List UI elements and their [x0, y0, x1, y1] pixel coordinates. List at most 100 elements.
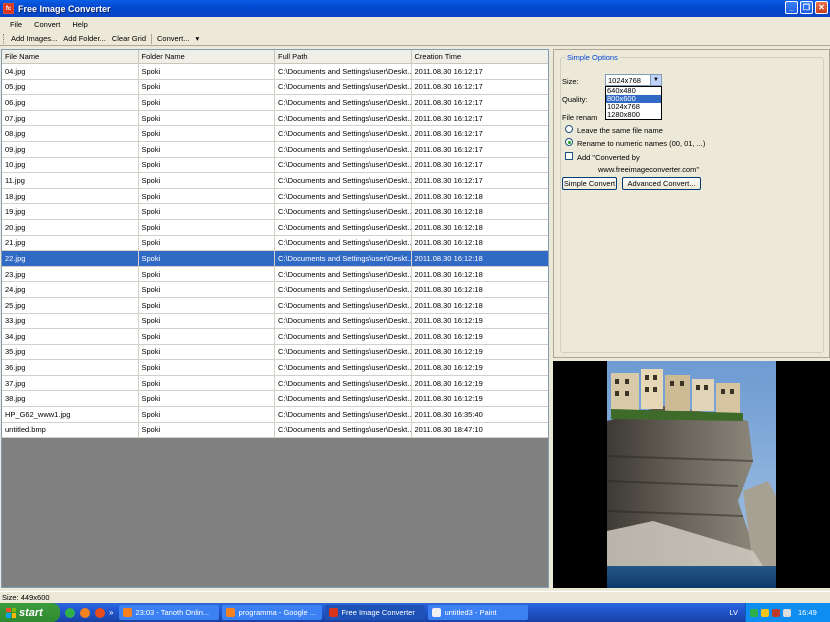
table-row[interactable]: 38.jpg Spoki C:\Documents and Settings\use…: [2, 391, 548, 408]
size-select[interactable]: 1024x768 ▼: [605, 74, 662, 86]
cell-creation-time: 2011.08.30 16:12:17: [414, 82, 483, 92]
cell-folder-name: Spoki: [139, 266, 275, 282]
cell-full-path: C:\Documents and Settings\user\Deskt...: [275, 375, 412, 391]
task-button[interactable]: programma - Google ...: [222, 605, 323, 620]
size-select-value: 1024x768: [608, 75, 641, 85]
cell-full-path: C:\Documents and Settings\user\Deskt...: [275, 95, 412, 110]
table-row[interactable]: 10.jpg Spoki C:\Documents and Settings\use…: [2, 157, 548, 174]
quick-launch-more-icon[interactable]: »: [109, 608, 113, 617]
cell-creation-time: 2011.08.30 16:12:18: [414, 285, 483, 295]
table-row[interactable]: 24.jpg Spoki C:\Documents and Settings\use…: [2, 282, 548, 298]
cell-folder-name: Spoki: [139, 173, 275, 188]
column-header-file-name[interactable]: File Name: [2, 50, 139, 63]
radio-same-name-label[interactable]: Leave the same file name: [577, 126, 663, 135]
taskbar: start » 23:03 - Tanoth Onlin... programm…: [0, 603, 830, 622]
table-row[interactable]: 05.jpg Spoki C:\Documents and Settings\use…: [2, 79, 548, 96]
cell-creation-time: 2011.08.30 16:12:19: [414, 347, 483, 357]
table-row[interactable]: 08.jpg Spoki C:\Documents and Settings\use…: [2, 126, 548, 142]
cell-file-name: 19.jpg: [2, 204, 139, 219]
cell-folder-name: Spoki: [139, 251, 275, 266]
table-row[interactable]: 36.jpg Spoki C:\Documents and Settings\use…: [2, 360, 548, 376]
cell-folder-name: Spoki: [139, 297, 275, 313]
status-text: Size: 449x600: [2, 593, 50, 602]
table-row[interactable]: 19.jpg Spoki C:\Documents and Settings\use…: [2, 204, 548, 220]
converted-by-checkbox[interactable]: [565, 152, 573, 160]
table-row[interactable]: 33.jpg Spoki C:\Documents and Settings\use…: [2, 313, 548, 330]
table-row[interactable]: 06.jpg Spoki C:\Documents and Settings\use…: [2, 95, 548, 111]
cell-file-name: 05.jpg: [2, 79, 139, 95]
windows-logo-icon: [6, 607, 16, 618]
column-header-full-path[interactable]: Full Path: [275, 50, 412, 63]
size-option[interactable]: 1280x800: [606, 111, 661, 119]
task-button[interactable]: untitled3 - Paint: [428, 605, 529, 620]
grid-body: 04.jpg Spoki C:\Documents and Settings\use…: [2, 64, 548, 439]
cell-full-path: C:\Documents and Settings\user\Deskt...: [275, 141, 412, 157]
system-tray: 16:49: [745, 603, 830, 622]
converted-by-label[interactable]: Add "Converted by: [577, 153, 640, 162]
table-row[interactable]: 09.jpg Spoki C:\Documents and Settings\use…: [2, 141, 548, 158]
start-button[interactable]: start: [0, 603, 60, 622]
cell-folder-name: Spoki: [139, 126, 275, 141]
table-row[interactable]: 37.jpg Spoki C:\Documents and Settings\use…: [2, 375, 548, 392]
cell-folder-name: Spoki: [139, 407, 275, 422]
column-header-creation-time[interactable]: Creation Time: [412, 50, 549, 63]
tray-icon[interactable]: [761, 608, 769, 617]
cell-folder-name: Spoki: [139, 79, 275, 95]
toolbar-grip[interactable]: [3, 33, 5, 44]
convert-button[interactable]: Convert...: [154, 34, 193, 43]
quick-launch-icon[interactable]: [65, 607, 75, 618]
table-row[interactable]: 35.jpg Spoki C:\Documents and Settings\use…: [2, 344, 548, 361]
radio-same-name[interactable]: [565, 125, 573, 133]
tray-icon[interactable]: [750, 608, 758, 617]
add-images-button[interactable]: Add Images...: [8, 34, 60, 43]
maximize-button[interactable]: ❐: [800, 1, 813, 14]
table-row[interactable]: 23.jpg Spoki C:\Documents and Settings\use…: [2, 266, 548, 283]
minimize-button[interactable]: _: [785, 1, 798, 14]
tray-icon[interactable]: [772, 608, 780, 617]
cell-creation-time: 2011.08.30 16:12:17: [414, 175, 483, 185]
table-row[interactable]: 34.jpg Spoki C:\Documents and Settings\use…: [2, 329, 548, 345]
cell-file-name: 21.jpg: [2, 235, 139, 251]
firefox-icon[interactable]: [80, 607, 90, 618]
column-header-folder-name[interactable]: Folder Name: [139, 50, 275, 63]
table-row[interactable]: untitled.bmp Spoki C:\Documents and Settin…: [2, 422, 548, 439]
title-bar[interactable]: fc Free Image Converter _ ❐ ✕: [0, 0, 830, 17]
speaker-icon[interactable]: [783, 608, 791, 617]
chevron-down-icon[interactable]: ▼: [650, 75, 661, 85]
menu-help[interactable]: Help: [66, 20, 93, 29]
add-folder-button[interactable]: Add Folder...: [60, 34, 109, 43]
cell-file-name: 04.jpg: [2, 64, 139, 79]
simple-convert-button[interactable]: Simple Convert: [562, 177, 617, 190]
cell-full-path: C:\Documents and Settings\user\Deskt...: [275, 126, 412, 141]
cell-folder-name: Spoki: [139, 282, 275, 297]
image-preview: [553, 361, 830, 588]
table-row[interactable]: 22.jpg Spoki C:\Documents and Settings\use…: [2, 251, 548, 267]
close-button[interactable]: ✕: [815, 1, 828, 14]
table-row[interactable]: 04.jpg Spoki C:\Documents and Settings\use…: [2, 64, 548, 80]
menu-convert[interactable]: Convert: [28, 20, 66, 29]
clear-grid-button[interactable]: Clear Grid: [109, 34, 149, 43]
cell-creation-time: 2011.08.30 16:12:17: [414, 113, 483, 123]
language-indicator[interactable]: LV: [729, 608, 738, 617]
quick-launch-icon[interactable]: [95, 607, 105, 618]
table-row[interactable]: 21.jpg Spoki C:\Documents and Settings\use…: [2, 235, 548, 252]
radio-numeric-names[interactable]: [565, 138, 573, 146]
cell-file-name: 33.jpg: [2, 313, 139, 329]
advanced-convert-button[interactable]: Advanced Convert...: [622, 177, 701, 190]
task-button[interactable]: 23:03 - Tanoth Onlin...: [119, 605, 220, 620]
task-label: programma - Google ...: [238, 608, 316, 617]
table-row[interactable]: 11.jpg Spoki C:\Documents and Settings\use…: [2, 173, 548, 189]
table-row[interactable]: 20.jpg Spoki C:\Documents and Settings\use…: [2, 219, 548, 236]
table-row[interactable]: 07.jpg Spoki C:\Documents and Settings\use…: [2, 110, 548, 127]
task-button-active[interactable]: Free Image Converter: [325, 605, 426, 620]
cell-creation-time: 2011.08.30 16:12:17: [414, 160, 483, 170]
table-row[interactable]: HP_G62_www1.jpg Spoki C:\Documents and Set…: [2, 407, 548, 423]
cell-folder-name: Spoki: [139, 204, 275, 219]
radio-numeric-names-label[interactable]: Rename to numeric names (00, 01, ...): [577, 139, 705, 148]
menu-file[interactable]: File: [4, 20, 28, 29]
cell-creation-time: 2011.08.30 16:12:18: [414, 238, 483, 248]
table-row[interactable]: 18.jpg Spoki C:\Documents and Settings\use…: [2, 188, 548, 205]
status-bar: Size: 449x600: [0, 591, 830, 603]
table-row[interactable]: 25.jpg Spoki C:\Documents and Settings\use…: [2, 297, 548, 314]
chevron-down-icon[interactable]: ▾: [193, 34, 203, 43]
